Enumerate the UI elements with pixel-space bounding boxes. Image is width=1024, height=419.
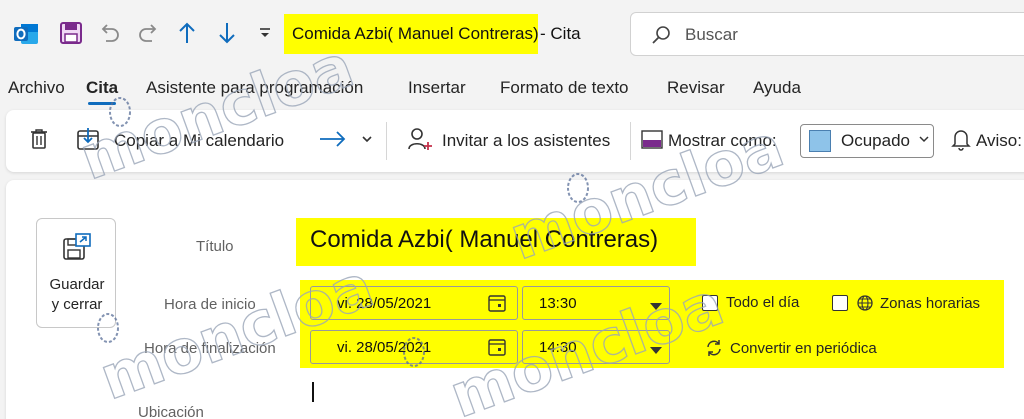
title-label: Título <box>196 238 234 255</box>
all-day-checkbox[interactable]: Todo el día <box>702 294 799 311</box>
tab-revisar[interactable]: Revisar <box>667 78 725 98</box>
invite-attendees-button[interactable]: Invitar a los asistentes <box>406 124 610 158</box>
arrow-up-icon[interactable] <box>176 20 198 46</box>
time-zones-checkbox[interactable]: Zonas horarias <box>832 294 980 312</box>
calendar-icon[interactable] <box>487 337 507 357</box>
show-as-label: Mostrar como: <box>668 131 777 150</box>
make-recurring-button[interactable]: Convertir en periódica <box>704 338 877 358</box>
recurring-icon <box>704 338 724 358</box>
end-time-value: 14:30 <box>539 338 577 356</box>
tab-asistente-programacion[interactable]: Asistente para programación <box>146 78 363 98</box>
show-as-icon <box>640 127 664 156</box>
delete-button[interactable] <box>28 124 50 158</box>
outlook-logo-icon <box>12 20 40 48</box>
bell-icon <box>950 127 972 156</box>
save-close-icon <box>61 231 93 263</box>
show-as-label-group: Mostrar como: <box>640 124 777 158</box>
trash-icon <box>28 127 50 156</box>
end-time-label: Hora de finalización <box>144 340 276 357</box>
show-as-value: Ocupado <box>841 131 910 150</box>
subject-input[interactable]: Comida Azbi( Manuel Contreras) <box>310 226 658 254</box>
calendar-download-icon <box>76 126 102 157</box>
checkbox-box[interactable] <box>832 295 848 311</box>
forward-dropdown[interactable] <box>360 124 374 158</box>
person-add-icon <box>406 125 434 158</box>
ribbon-divider <box>630 122 631 160</box>
reminder-group[interactable]: Aviso: <box>950 124 1022 158</box>
window-title: Comida Azbi( Manuel Contreras) <box>292 24 539 43</box>
tab-formato-texto[interactable]: Formato de texto <box>500 78 629 98</box>
search-box[interactable] <box>630 12 1024 56</box>
chevron-down-icon <box>360 131 374 151</box>
tab-cita[interactable]: Cita <box>86 78 118 98</box>
save-icon[interactable] <box>58 20 84 46</box>
text-caret <box>312 382 314 402</box>
calendar-icon[interactable] <box>487 293 507 313</box>
chevron-down-icon <box>649 299 663 310</box>
search-input[interactable] <box>685 23 1005 47</box>
copy-to-calendar-button[interactable]: Copiar a Mi calendario <box>76 124 284 158</box>
start-time-value: 13:30 <box>539 294 577 312</box>
start-date-picker[interactable]: vi. 28/05/2021 <box>310 286 518 320</box>
save-close-line1: Guardar <box>49 276 105 293</box>
make-recurring-label: Convertir en periódica <box>730 339 877 357</box>
chevron-down-icon <box>649 343 663 354</box>
time-zones-label: Zonas horarias <box>880 294 981 312</box>
save-close-label: Guardar y cerrar <box>37 275 117 315</box>
copy-to-calendar-label: Copiar a Mi calendario <box>114 131 285 150</box>
tab-ayuda[interactable]: Ayuda <box>753 78 801 98</box>
location-label: Ubicación <box>138 404 204 419</box>
start-time-select[interactable]: 13:30 <box>522 286 670 320</box>
tab-archivo[interactable]: Archivo <box>8 78 65 98</box>
arrow-right-icon <box>318 129 348 154</box>
invite-attendees-label: Invitar a los asistentes <box>442 131 611 150</box>
search-icon <box>649 23 673 47</box>
busy-swatch <box>809 130 831 152</box>
chevron-down-icon <box>918 132 930 150</box>
save-close-line2: y cerrar <box>51 296 103 313</box>
all-day-label: Todo el día <box>726 294 800 311</box>
customize-toolbar-icon[interactable] <box>256 24 274 42</box>
ribbon-divider <box>386 122 387 160</box>
start-time-label: Hora de inicio <box>164 296 256 313</box>
title-bar: Comida Azbi( Manuel Contreras) - Cita <box>0 0 1024 66</box>
tab-insertar[interactable]: Insertar <box>408 78 466 98</box>
arrow-down-icon[interactable] <box>216 20 238 46</box>
reminder-label: Aviso: <box>976 131 1022 150</box>
start-date-value: vi. 28/05/2021 <box>337 294 432 312</box>
globe-icon <box>856 294 874 312</box>
checkbox-box[interactable] <box>702 294 718 311</box>
window-title-suffix: - Cita <box>540 24 581 43</box>
redo-icon[interactable] <box>136 20 162 46</box>
end-date-value: vi. 28/05/2021 <box>337 338 432 356</box>
active-tab-indicator <box>88 102 116 105</box>
forward-button[interactable] <box>318 124 348 158</box>
show-as-select[interactable]: Ocupado <box>800 124 934 158</box>
save-and-close-button[interactable]: Guardar y cerrar <box>36 218 116 328</box>
menu-bar: Archivo Cita Asistente para programación… <box>0 72 1024 106</box>
end-time-select[interactable]: 14:30 <box>522 330 670 364</box>
end-date-picker[interactable]: vi. 28/05/2021 <box>310 330 518 364</box>
undo-icon[interactable] <box>96 20 122 46</box>
